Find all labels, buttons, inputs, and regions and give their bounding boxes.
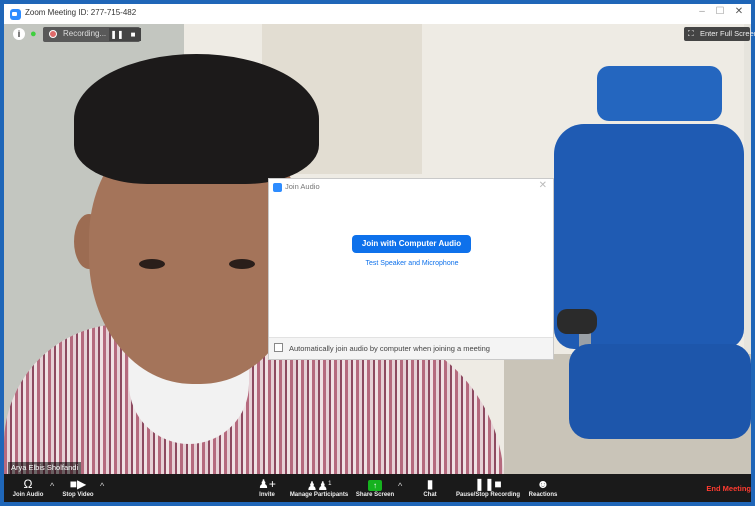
participant-eye xyxy=(139,259,165,269)
test-speaker-microphone-link[interactable]: Test Speaker and Microphone xyxy=(269,260,555,267)
reactions-button[interactable]: ☻ Reactions xyxy=(526,474,560,502)
video-options-caret[interactable]: ^ xyxy=(100,481,104,491)
participants-icon: ♟♟1 xyxy=(306,479,332,493)
title-bar: Zoom Meeting ID: 277-715-482 – ☐ ✕ xyxy=(4,4,751,24)
share-options-caret[interactable]: ^ xyxy=(398,481,402,491)
stop-video-label: Stop Video xyxy=(62,492,94,498)
share-screen-icon: ↑ xyxy=(368,477,382,491)
chat-label: Chat xyxy=(423,492,437,498)
chair-arm xyxy=(557,309,597,334)
pause-stop-recording-label: Pause/Stop Recording xyxy=(455,492,520,498)
window-title: Zoom Meeting ID: 277-715-482 xyxy=(25,8,137,17)
participant-hair xyxy=(74,54,319,184)
join-audio-label: Join Audio xyxy=(12,492,44,498)
participant-count: 1 xyxy=(328,481,332,487)
pause-stop-icon: ❚❚■ xyxy=(474,477,502,491)
manage-participants-button[interactable]: ♟♟1 Manage Participants xyxy=(286,474,352,502)
join-computer-audio-button[interactable]: Join with Computer Audio xyxy=(352,235,471,253)
info-icon[interactable]: i xyxy=(13,28,25,40)
stop-recording-button[interactable]: ■ xyxy=(125,28,141,41)
auto-join-label[interactable]: Automatically join audio by computer whe… xyxy=(289,344,490,353)
reactions-icon: ☻ xyxy=(536,477,550,491)
zoom-logo-icon xyxy=(273,183,282,192)
audio-options-caret[interactable]: ^ xyxy=(50,481,54,491)
share-screen-label: Share Screen xyxy=(355,492,395,498)
dialog-footer: Automatically join audio by computer whe… xyxy=(269,337,553,359)
close-button[interactable]: ✕ xyxy=(730,6,748,17)
maximize-button[interactable]: ☐ xyxy=(711,6,729,17)
participant-name-tag: Arya Elbis Sholfandi xyxy=(8,462,82,474)
zoom-window: Zoom Meeting ID: 277-715-482 – ☐ ✕ i ● R… xyxy=(0,0,755,506)
headphones-icon: Ω xyxy=(23,477,33,491)
fullscreen-label: Enter Full Screen xyxy=(700,29,755,38)
dialog-title: Join Audio xyxy=(285,182,320,191)
stop-video-button[interactable]: ■▶ Stop Video xyxy=(56,474,100,502)
minimize-button[interactable]: – xyxy=(693,6,711,17)
chair-headrest xyxy=(597,66,722,121)
join-audio-button[interactable]: Ω Join Audio xyxy=(6,474,50,502)
fullscreen-icon: ⛶ xyxy=(688,29,694,38)
pause-recording-button[interactable]: ❚❚ xyxy=(109,28,125,41)
join-audio-dialog: Join Audio ✕ Join with Computer Audio Te… xyxy=(268,178,554,360)
participant-eye xyxy=(229,259,255,269)
video-camera-icon: ■▶ xyxy=(69,477,87,491)
invite-button[interactable]: ♟+ Invite xyxy=(252,474,282,502)
dialog-close-button[interactable]: ✕ xyxy=(539,180,547,191)
lock-icon[interactable]: ● xyxy=(30,28,42,40)
auto-join-checkbox[interactable] xyxy=(274,343,283,352)
add-user-icon: ♟+ xyxy=(258,477,276,491)
enter-fullscreen-button[interactable]: ⛶ Enter Full Screen xyxy=(684,27,755,41)
recording-label: Recording... xyxy=(63,29,107,38)
zoom-logo-icon xyxy=(10,9,21,20)
chair-seat xyxy=(569,344,751,439)
recording-indicator: Recording... ❚❚ ■ xyxy=(43,27,141,42)
meeting-toolbar: Ω Join Audio ^ ■▶ Stop Video ^ ♟+ Invite… xyxy=(4,474,751,502)
manage-participants-label: Manage Participants xyxy=(289,492,349,498)
invite-label: Invite xyxy=(259,492,275,498)
record-dot-icon xyxy=(49,30,57,38)
chat-button[interactable]: ▮ Chat xyxy=(416,474,444,502)
pause-stop-recording-button[interactable]: ❚❚■ Pause/Stop Recording xyxy=(452,474,524,502)
reactions-label: Reactions xyxy=(528,492,558,498)
end-meeting-button[interactable]: End Meeting xyxy=(706,484,751,493)
share-screen-button[interactable]: ↑ Share Screen xyxy=(354,474,396,502)
chat-icon: ▮ xyxy=(426,477,434,491)
